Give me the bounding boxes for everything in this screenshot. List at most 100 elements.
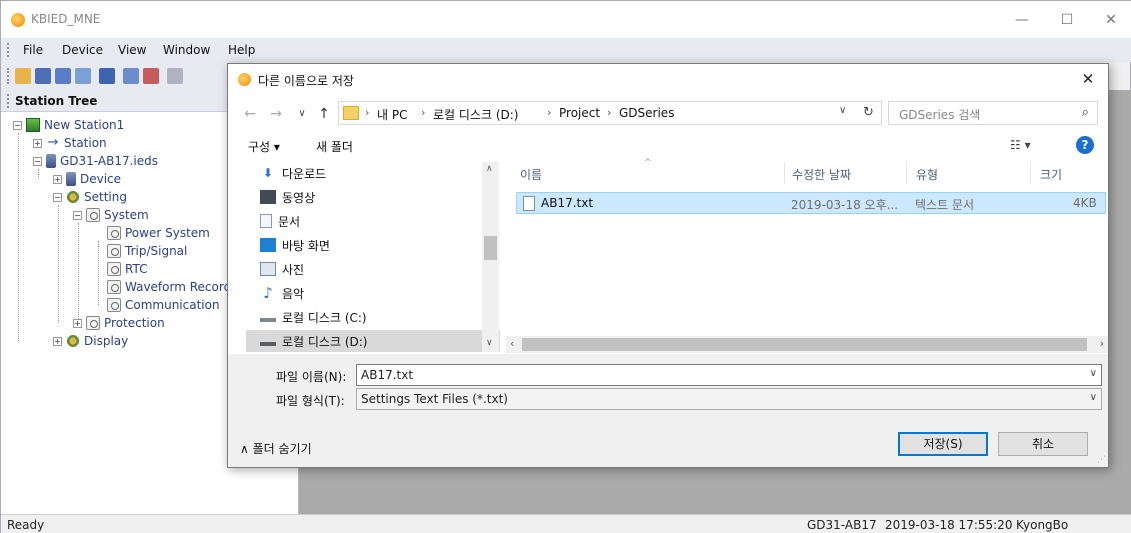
scroll-right-icon[interactable]: › <box>1100 337 1104 350</box>
navigation-pane: ⬇ 다운로드 동영상 문서 바탕 화면 사진 ♪ 음악 로컬 디스크 (C:) <box>246 162 500 352</box>
collapse-icon[interactable]: − <box>73 210 82 220</box>
collapse-icon[interactable]: − <box>13 120 22 130</box>
tree-node-setting[interactable]: − Setting <box>53 188 127 206</box>
expand-icon[interactable]: + <box>53 174 62 184</box>
file-row[interactable]: AB17.txt 2019-03-18 오후... 텍스트 문서 4KB <box>516 192 1106 214</box>
list-icon[interactable] <box>99 68 115 84</box>
column-header-type[interactable]: 유형 <box>916 166 938 183</box>
document-icon <box>260 214 272 228</box>
tree-node-root[interactable]: − New Station1 <box>13 116 124 134</box>
nav-item-music[interactable]: ♪ 음악 <box>246 282 500 304</box>
scroll-thumb[interactable] <box>522 338 1087 351</box>
column-header-modified[interactable]: 수정한 날짜 <box>792 166 851 183</box>
menu-grip <box>7 43 10 57</box>
expand-icon[interactable]: + <box>53 336 62 346</box>
view-options-icon[interactable]: ☷ ▾ <box>1010 138 1031 152</box>
tree-node-display[interactable]: + Display <box>53 332 128 350</box>
column-divider[interactable] <box>784 162 785 184</box>
transfer-icon[interactable] <box>123 68 139 84</box>
chevron-down-icon[interactable]: ∨ <box>1090 368 1097 379</box>
search-box[interactable]: GDSeries 검색 ⌕ <box>888 101 1098 125</box>
scroll-thumb[interactable] <box>484 236 497 260</box>
nav-item-drive-d[interactable]: 로컬 디스크 (D:) <box>246 330 500 352</box>
tree-node-label: Device <box>80 172 122 186</box>
nav-item-desktop[interactable]: 바탕 화면 <box>246 234 500 256</box>
menu-device[interactable]: Device <box>62 43 103 57</box>
nav-item-downloads[interactable]: ⬇ 다운로드 <box>246 162 500 184</box>
breadcrumb-separator-icon[interactable]: › <box>421 106 425 119</box>
search-icon[interactable]: ⌕ <box>1082 105 1089 120</box>
folder-icon <box>343 106 359 120</box>
scroll-up-icon[interactable]: ∧ <box>486 164 493 174</box>
settings-page-icon <box>107 262 121 276</box>
tree-node-device[interactable]: + Device <box>53 170 121 188</box>
recent-dropdown-icon[interactable]: ∨ <box>294 105 310 123</box>
nav-item-documents[interactable]: 문서 <box>246 210 500 232</box>
record-icon[interactable] <box>143 68 159 84</box>
menu-file[interactable]: File <box>23 43 43 57</box>
scroll-left-icon[interactable]: ‹ <box>510 337 514 350</box>
video-icon <box>260 190 276 204</box>
maximize-button[interactable]: ☐ <box>1047 7 1087 33</box>
breadcrumb-separator-icon[interactable]: › <box>547 106 551 119</box>
breadcrumb-item[interactable]: 내 PC <box>377 106 407 123</box>
refresh-icon[interactable]: ↻ <box>863 105 874 120</box>
minimize-button[interactable]: — <box>1002 7 1042 33</box>
breadcrumb-item[interactable]: Project <box>559 106 600 120</box>
menu-view[interactable]: View <box>118 43 146 57</box>
breadcrumb-separator-icon[interactable]: › <box>365 106 369 119</box>
cancel-button[interactable]: 취소 <box>998 432 1088 456</box>
filename-input[interactable]: AB17.txt ∨ <box>356 364 1102 386</box>
tree-node-station[interactable]: + → Station <box>33 134 107 152</box>
filetype-select[interactable]: Settings Text Files (*.txt) ∨ <box>356 388 1102 410</box>
tree-node-rtc[interactable]: RTC <box>107 260 147 278</box>
tree-node-waveform-record[interactable]: Waveform Record <box>107 278 231 296</box>
nav-item-drive-c[interactable]: 로컬 디스크 (C:) <box>246 306 500 328</box>
command-bar: 구성 ▾ 새 폴더 ☷ ▾ ? <box>228 134 1108 158</box>
status-ready: Ready <box>7 518 45 532</box>
help-icon[interactable]: ? <box>1076 136 1094 154</box>
hide-folders-button[interactable]: ∧ 폴더 숨기기 <box>240 440 312 457</box>
up-icon[interactable]: ↑ <box>316 105 332 123</box>
nav-pane-scrollbar[interactable]: ∧ ∨ <box>482 162 499 352</box>
column-divider[interactable] <box>1030 162 1031 184</box>
nav-item-videos[interactable]: 동영상 <box>246 186 500 208</box>
chevron-down-icon[interactable]: ∨ <box>1090 392 1097 403</box>
tree-node-system[interactable]: − System <box>73 206 149 224</box>
address-bar[interactable]: › 내 PC › 로컬 디스크 (D:) › Project › GDSerie… <box>338 101 882 125</box>
column-header-name[interactable]: 이름 <box>520 166 542 183</box>
menu-window[interactable]: Window <box>163 43 210 57</box>
breadcrumb-item[interactable]: GDSeries <box>619 106 674 120</box>
breadcrumb-item[interactable]: 로컬 디스크 (D:) <box>433 106 518 123</box>
new-folder-button[interactable]: 새 폴더 <box>316 138 353 155</box>
expand-icon[interactable]: + <box>33 138 42 148</box>
save-button[interactable]: 저장(S) <box>898 432 988 456</box>
tree-node-ieds[interactable]: − GD31-AB17.ieds <box>33 152 158 170</box>
column-header-size[interactable]: 크기 <box>1040 166 1062 183</box>
properties-icon[interactable] <box>75 68 91 84</box>
forward-icon[interactable]: → <box>268 105 284 123</box>
back-icon[interactable]: ← <box>242 105 258 123</box>
scroll-down-icon[interactable]: ∨ <box>486 338 493 348</box>
resize-grip-icon[interactable]: ⋰ <box>1097 455 1106 465</box>
expand-icon[interactable]: + <box>73 318 82 328</box>
open-icon[interactable] <box>15 68 31 84</box>
menu-help[interactable]: Help <box>228 43 255 57</box>
tree-node-communication[interactable]: Communication <box>107 296 220 314</box>
save-icon[interactable] <box>35 68 51 84</box>
address-dropdown-icon[interactable]: ∨ <box>839 105 846 116</box>
tree-node-power-system[interactable]: Power System <box>107 224 210 242</box>
file-list-hscrollbar[interactable]: ‹ › <box>506 336 1108 353</box>
tree-node-trip-signal[interactable]: Trip/Signal <box>107 242 187 260</box>
dialog-close-button[interactable]: ✕ <box>1076 69 1100 89</box>
nav-item-pictures[interactable]: 사진 <box>246 258 500 280</box>
close-button[interactable]: ✕ <box>1091 7 1131 33</box>
collapse-icon[interactable]: − <box>53 192 62 202</box>
column-divider[interactable] <box>906 162 907 184</box>
breadcrumb-separator-icon[interactable]: › <box>607 106 611 119</box>
collapse-icon[interactable]: − <box>33 156 42 166</box>
settings-page-icon <box>107 280 121 294</box>
save-all-icon[interactable] <box>55 68 71 84</box>
organize-button[interactable]: 구성 ▾ <box>248 138 280 155</box>
tree-node-protection[interactable]: + Protection <box>73 314 165 332</box>
